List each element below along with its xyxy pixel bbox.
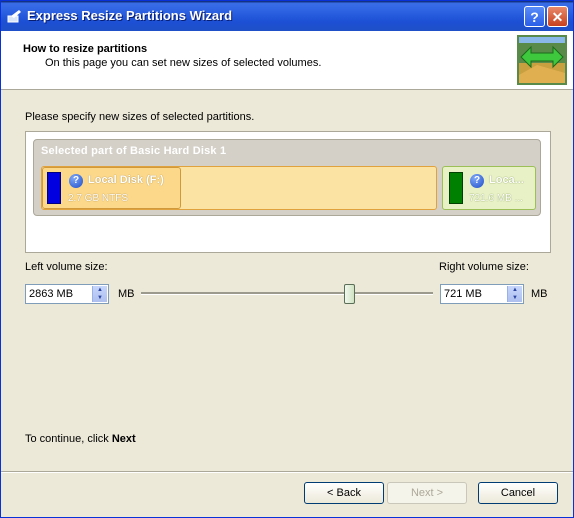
- size-slider-track[interactable]: [141, 292, 433, 295]
- right-volume-spinner-icon[interactable]: ▲ ▼: [507, 286, 522, 302]
- wizard-header: How to resize partitions On this page yo…: [1, 31, 573, 90]
- right-volume-value: 721 MB: [444, 288, 482, 300]
- help-question-icon: ?: [470, 174, 484, 188]
- page-subtitle: On this page you can set new sizes of se…: [45, 57, 322, 69]
- right-volume-unit: MB: [531, 288, 548, 300]
- next-button[interactable]: Next >: [387, 482, 467, 504]
- left-volume-unit: MB: [118, 288, 135, 300]
- right-volume-label: Right volume size:: [439, 261, 529, 273]
- disk-map-panel: Selected part of Basic Hard Disk 1 ? Loc…: [25, 131, 551, 253]
- cancel-button[interactable]: Cancel: [478, 482, 558, 504]
- title-bar[interactable]: Express Resize Partitions Wizard ? ✕: [1, 1, 573, 31]
- close-button[interactable]: ✕: [547, 6, 568, 27]
- back-button[interactable]: < Back: [304, 482, 384, 504]
- help-button[interactable]: ?: [524, 6, 545, 27]
- partition-color-swatch: [47, 172, 61, 204]
- partition-right-info: 721.6 MB ...: [469, 193, 523, 204]
- partition-right-name: Loca...: [489, 174, 524, 186]
- resize-partitions-logo-icon: [517, 35, 567, 85]
- left-volume-label: Left volume size:: [25, 261, 108, 273]
- continue-prefix: To continue, click: [25, 433, 112, 445]
- left-volume-spinner-icon[interactable]: ▲ ▼: [92, 286, 107, 302]
- continue-next-word: Next: [111, 433, 136, 445]
- continue-hint: To continue, click Next: [25, 433, 136, 445]
- partition-left[interactable]: ? Local Disk (F:) 2.7 GB NTFS: [41, 166, 437, 210]
- page-title: How to resize partitions: [23, 43, 148, 55]
- size-slider-thumb[interactable]: [344, 284, 355, 304]
- partition-color-swatch: [449, 172, 463, 204]
- window-title: Express Resize Partitions Wizard: [27, 8, 233, 23]
- left-volume-size-input[interactable]: 2863 MB ▲ ▼: [25, 284, 109, 304]
- disk-area: Selected part of Basic Hard Disk 1 ? Loc…: [33, 139, 541, 216]
- partition-left-info: 2.7 GB NTFS: [68, 193, 129, 204]
- help-question-icon: ?: [69, 174, 83, 188]
- disk-label: Selected part of Basic Hard Disk 1: [41, 145, 227, 157]
- left-volume-value: 2863 MB: [29, 288, 74, 300]
- partition-left-name: Local Disk (F:): [88, 174, 164, 186]
- right-volume-size-input[interactable]: 721 MB ▲ ▼: [440, 284, 524, 304]
- instruction-text: Please specify new sizes of selected par…: [25, 111, 255, 123]
- wizard-window: Express Resize Partitions Wizard ? ✕ How…: [0, 0, 574, 518]
- wizard-app-icon: [7, 10, 21, 23]
- footer-separator: [1, 471, 573, 473]
- partition-right[interactable]: ? Loca... 721.6 MB ...: [442, 166, 536, 210]
